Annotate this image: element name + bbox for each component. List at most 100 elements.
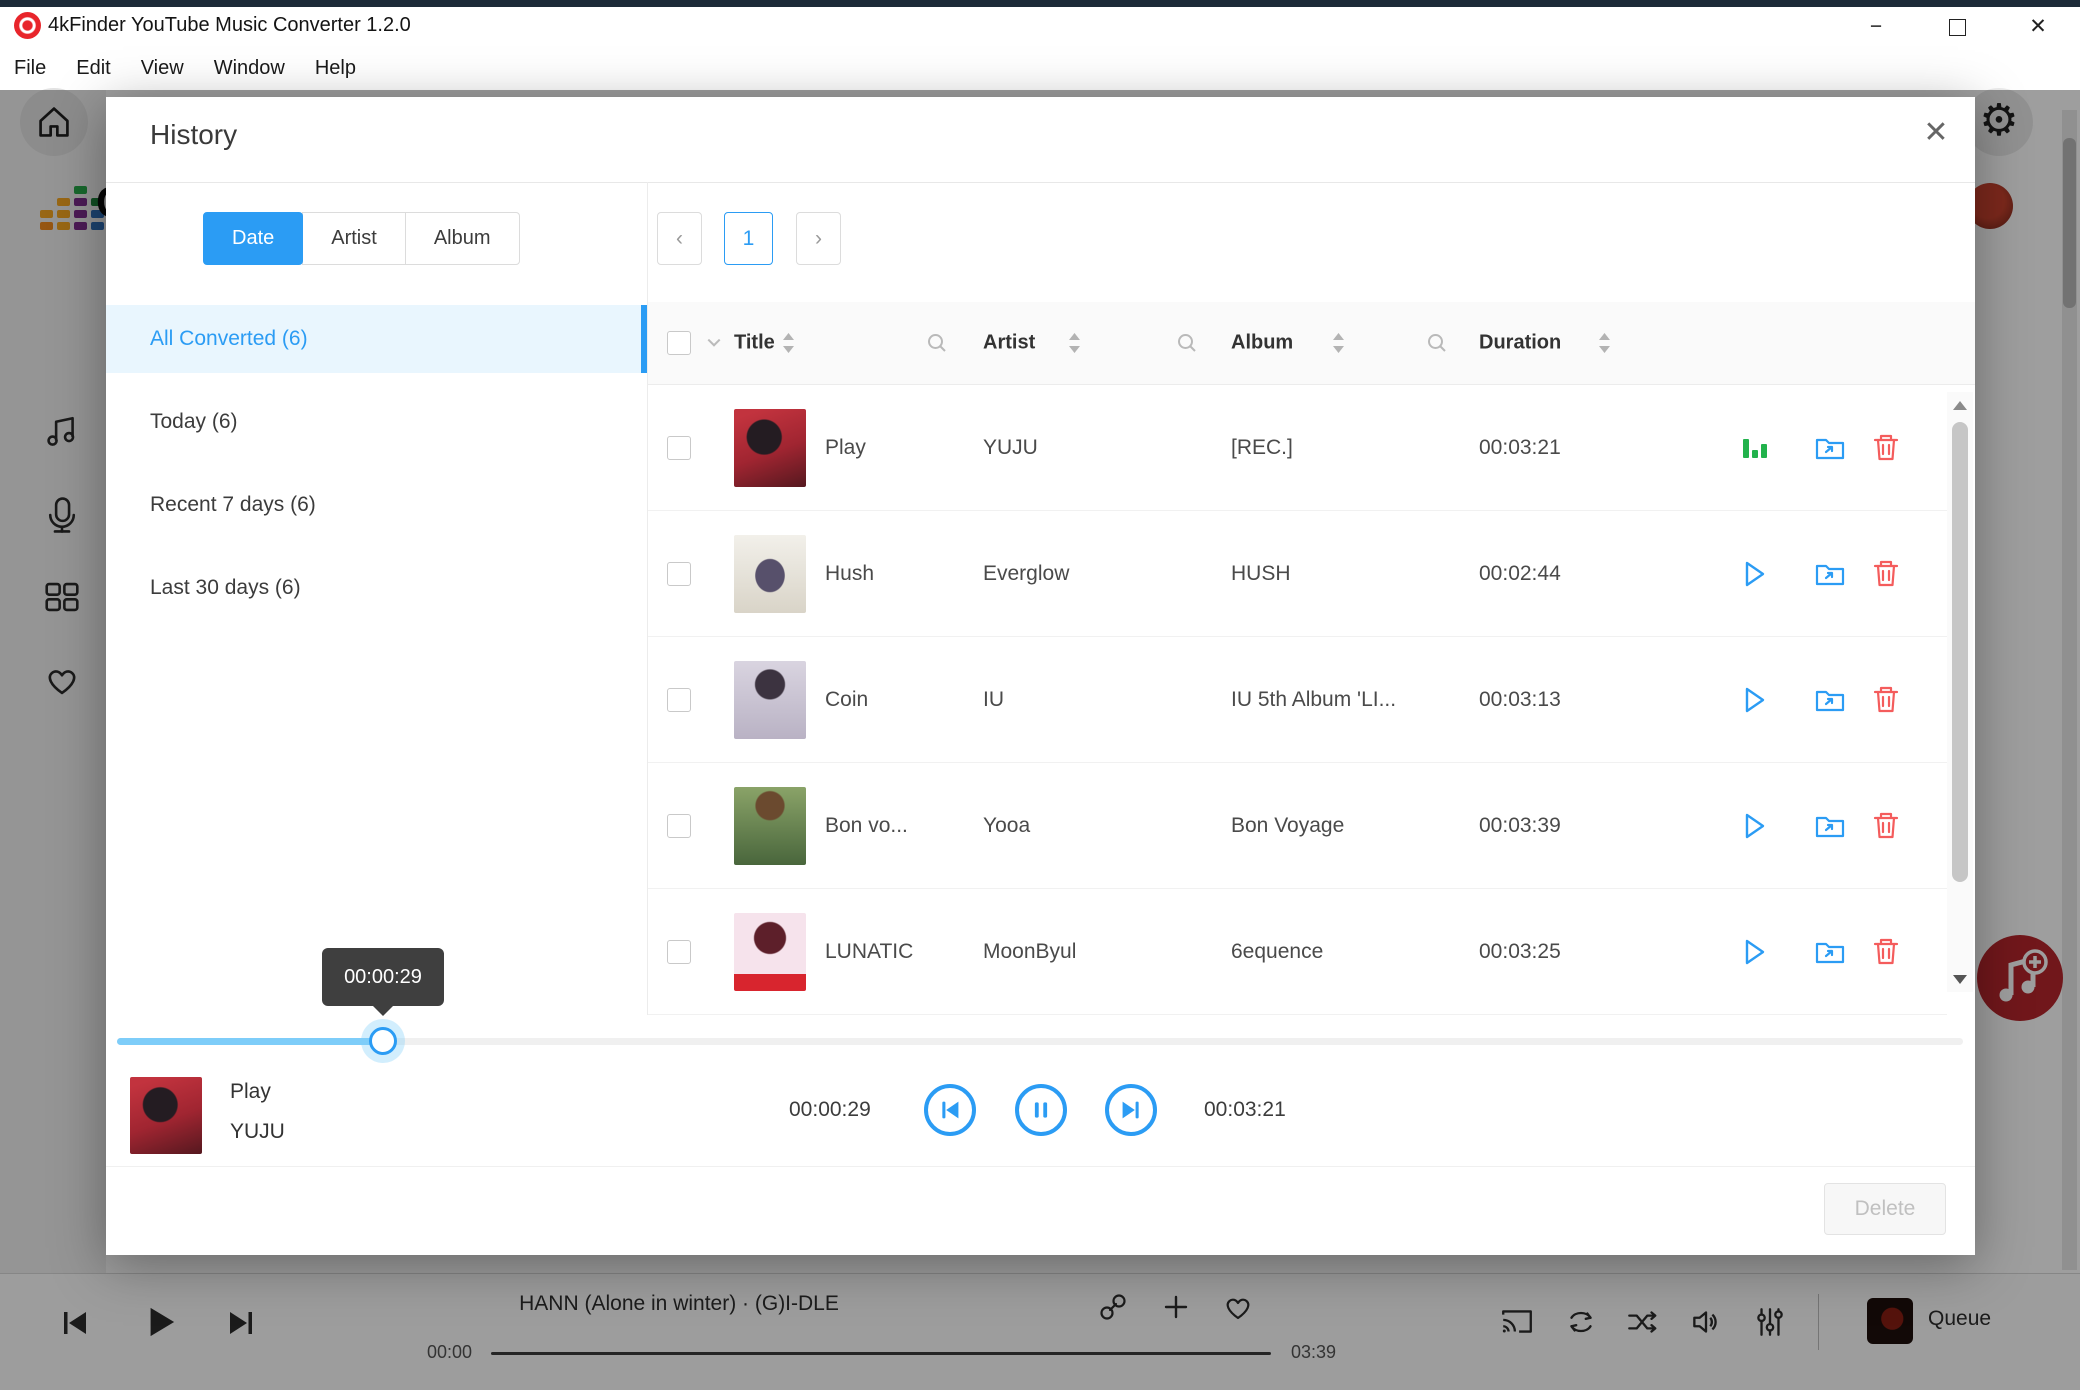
column-album[interactable]: Album (1231, 332, 1293, 355)
pagination-next-button[interactable]: › (796, 212, 841, 265)
delete-track-button[interactable] (1869, 683, 1903, 717)
close-window-button[interactable]: ✕ (2008, 10, 2068, 44)
tab-artist[interactable]: Artist (302, 212, 406, 265)
row-checkbox[interactable] (667, 688, 691, 712)
scroll-down-button[interactable] (1947, 966, 1973, 992)
table-row: Bon vo... Yooa Bon Voyage 00:03:39 (648, 763, 1947, 889)
track-thumbnail (734, 913, 806, 991)
row-artist: YUJU (983, 435, 1038, 459)
open-folder-button[interactable] (1813, 935, 1847, 969)
player-previous-button[interactable] (924, 1084, 976, 1136)
menu-item[interactable]: Window (214, 47, 285, 90)
sidebar-item[interactable]: Today (6) (106, 388, 647, 456)
sort-icon[interactable] (1068, 332, 1081, 354)
triangle-up-icon (1953, 401, 1967, 410)
play-button[interactable] (1737, 935, 1771, 969)
row-album: IU 5th Album 'LI... (1231, 687, 1397, 711)
now-playing-thumbnail (130, 1077, 202, 1154)
row-duration: 00:03:25 (1479, 939, 1561, 963)
row-checkbox[interactable] (667, 562, 691, 586)
table-row: Hush Everglow HUSH 00:02:44 (648, 511, 1947, 637)
delete-button[interactable]: Delete (1824, 1183, 1946, 1235)
search-icon[interactable] (926, 332, 948, 354)
row-album: 6equence (1231, 939, 1324, 963)
row-artist: Everglow (983, 561, 1070, 585)
app-logo-icon (14, 12, 41, 39)
menu-item[interactable]: File (14, 47, 46, 90)
track-thumbnail (734, 661, 806, 739)
row-album: Bon Voyage (1231, 813, 1345, 837)
sort-icon[interactable] (1332, 332, 1345, 354)
row-artist: MoonByul (983, 939, 1077, 963)
menu-item[interactable]: View (141, 47, 184, 90)
previous-icon (942, 1101, 959, 1119)
history-dialog: History ✕ Date Artist Album All Converted … (106, 97, 1975, 1255)
minimize-button[interactable]: − (1846, 10, 1906, 44)
table-scrollbar-thumb[interactable] (1952, 422, 1968, 882)
menu-item[interactable]: Help (315, 47, 356, 90)
maximize-icon (1948, 18, 1966, 36)
open-folder-button[interactable] (1813, 557, 1847, 591)
maximize-button[interactable] (1927, 10, 1987, 44)
play-button[interactable] (1737, 683, 1771, 717)
delete-track-button[interactable] (1869, 935, 1903, 969)
sidebar-item-label: All Converted (6) (150, 327, 308, 350)
player-total: 00:03:21 (1204, 1098, 1286, 1121)
sort-icon[interactable] (1598, 332, 1611, 354)
column-title[interactable]: Title (734, 332, 775, 355)
sidebar-item[interactable]: Recent 7 days (6) (106, 471, 647, 539)
sidebar-item[interactable]: Last 30 days (6) (106, 554, 647, 622)
close-dialog-button[interactable]: ✕ (1914, 111, 1958, 155)
history-sidebar: All Converted (6) Today (6) Recent 7 day… (106, 305, 647, 637)
desktop-edge (0, 0, 2080, 7)
search-icon[interactable] (1426, 332, 1448, 354)
delete-track-button[interactable] (1869, 431, 1903, 465)
table-row: Play YUJU [REC.] 00:03:21 (648, 385, 1947, 511)
row-duration: 00:03:13 (1479, 687, 1561, 711)
sidebar-item[interactable]: All Converted (6) (106, 305, 647, 373)
sort-icon[interactable] (782, 332, 795, 354)
delete-track-button[interactable] (1869, 557, 1903, 591)
open-folder-button[interactable] (1813, 809, 1847, 843)
open-folder-button[interactable] (1813, 683, 1847, 717)
select-all-checkbox[interactable] (667, 331, 691, 355)
row-title: Play (825, 435, 866, 459)
tab-album[interactable]: Album (404, 212, 520, 265)
tab-date[interactable]: Date (203, 212, 304, 265)
player-next-button[interactable] (1105, 1084, 1157, 1136)
sidebar-item-label: Recent 7 days (6) (150, 493, 316, 516)
search-icon[interactable] (1176, 332, 1198, 354)
play-button[interactable] (1737, 809, 1771, 843)
track-thumbnail (734, 535, 806, 613)
dialog-title: History (150, 119, 238, 150)
column-artist[interactable]: Artist (983, 332, 1035, 355)
scroll-up-button[interactable] (1947, 392, 1973, 418)
table-scrollbar[interactable] (1947, 392, 1973, 992)
chevron-down-icon[interactable] (706, 335, 722, 351)
row-title: Hush (825, 561, 875, 585)
row-artist: Yooa (983, 813, 1031, 837)
table-header: Title Artist Album Duration (648, 302, 1975, 385)
seek-slider-handle[interactable] (369, 1027, 397, 1055)
pagination-prev-button[interactable]: ‹ (657, 212, 702, 265)
menu-item[interactable]: Edit (76, 47, 110, 90)
player-pause-button[interactable] (1015, 1084, 1067, 1136)
delete-track-button[interactable] (1869, 809, 1903, 843)
row-checkbox[interactable] (667, 436, 691, 460)
row-title: Bon vo... (825, 813, 908, 837)
row-title: Coin (825, 687, 869, 711)
column-duration[interactable]: Duration (1479, 332, 1561, 355)
player-elapsed: 00:00:29 (789, 1098, 871, 1121)
row-artist: IU (983, 687, 1004, 711)
sidebar-item-label: Last 30 days (6) (150, 576, 301, 599)
row-title: LUNATIC (825, 939, 914, 963)
play-button[interactable] (1737, 557, 1771, 591)
row-album: HUSH (1231, 561, 1291, 585)
row-checkbox[interactable] (667, 814, 691, 838)
pause-icon (1034, 1102, 1048, 1118)
open-folder-button[interactable] (1813, 431, 1847, 465)
row-checkbox[interactable] (667, 940, 691, 964)
pagination-page-1[interactable]: 1 (724, 212, 773, 265)
history-table-body: Play YUJU [REC.] 00:03:21 Hush Everglow … (648, 385, 1947, 1015)
next-icon (1122, 1101, 1139, 1119)
